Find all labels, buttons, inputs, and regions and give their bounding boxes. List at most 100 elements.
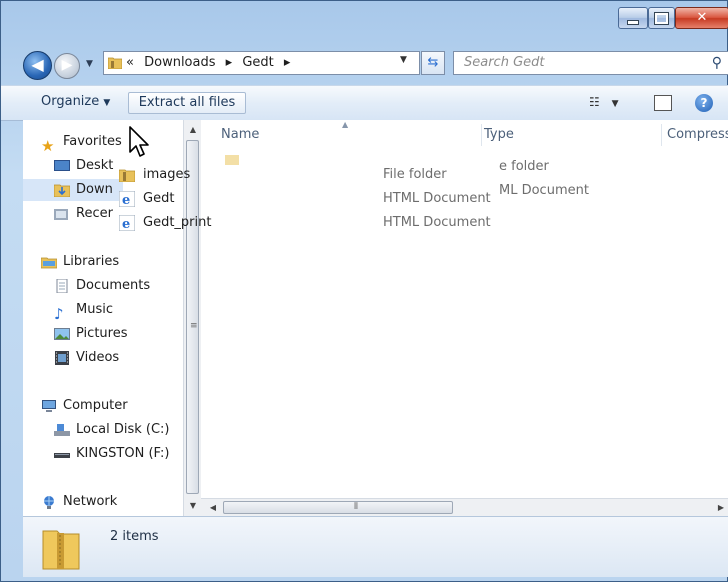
- address-history-dropdown[interactable]: ▼: [400, 55, 407, 65]
- sidebar-item-recent-places[interactable]: Recer: [54, 203, 113, 225]
- view-details-icon: ☷: [589, 95, 600, 109]
- scrollbar-thumb[interactable]: ⦀: [223, 501, 453, 514]
- svg-text:e: e: [122, 217, 130, 231]
- sidebar-item-label: Pictures: [76, 326, 128, 341]
- sidebar-item-pictures[interactable]: Pictures: [54, 323, 127, 345]
- sidebar-item-label: Recer: [76, 206, 113, 221]
- mouse-pointer-icon: [129, 126, 149, 157]
- breadcrumb-separator[interactable]: ▸: [226, 55, 233, 70]
- grip-icon: ⦀: [354, 502, 358, 512]
- svg-text:e: e: [122, 193, 130, 207]
- search-input[interactable]: Search Gedt ⚲: [453, 51, 728, 75]
- drag-preview: images File folder e Gedt HTML Document e…: [114, 164, 492, 236]
- item-type: HTML Document: [383, 215, 491, 230]
- column-divider[interactable]: [661, 124, 662, 146]
- forward-arrow-icon: ▶: [61, 57, 73, 73]
- list-item: images File folder: [119, 164, 447, 186]
- scroll-up-arrow-icon[interactable]: ▲: [184, 122, 202, 138]
- table-row-type: e folder: [499, 159, 549, 174]
- item-name: Gedt_print: [143, 215, 212, 230]
- sidebar-item-computer[interactable]: Computer: [41, 395, 128, 417]
- breadcrumb-separator[interactable]: ▸: [284, 55, 291, 70]
- zip-folder-icon: [42, 530, 80, 570]
- sidebar-item-label: Computer: [63, 398, 128, 413]
- refresh-button[interactable]: ⇆: [421, 51, 445, 75]
- sidebar-item-label: Libraries: [63, 254, 120, 269]
- list-item: e Gedt_print HTML Document: [119, 212, 491, 234]
- folder-icon: [108, 57, 122, 69]
- recent-pages-dropdown[interactable]: ▼: [86, 59, 96, 69]
- desktop-icon: [54, 159, 70, 171]
- sidebar-item-label: Favorites: [63, 134, 122, 149]
- back-arrow-icon: ◀: [31, 55, 44, 74]
- organize-label: Organize: [41, 94, 100, 109]
- computer-icon: [42, 399, 56, 412]
- breadcrumb-gedt[interactable]: Gedt: [242, 55, 273, 70]
- sidebar-item-music[interactable]: ♪ Music: [54, 299, 113, 323]
- sidebar-item-videos[interactable]: Videos: [54, 347, 119, 369]
- sidebar-item-network[interactable]: Network: [41, 491, 117, 513]
- sort-ascending-icon: ▲: [342, 120, 349, 129]
- item-count: 2 items: [110, 529, 159, 544]
- breadcrumb-downloads[interactable]: Downloads: [144, 55, 215, 70]
- close-button[interactable]: ✕: [675, 7, 728, 29]
- minimize-icon: [627, 20, 639, 25]
- breadcrumb: « Downloads ▸ Gedt ▸: [126, 55, 296, 70]
- column-header-compressed-size[interactable]: Compress: [667, 124, 728, 146]
- column-header-name[interactable]: Name: [221, 124, 259, 146]
- change-view-button[interactable]: ☷ ▼: [589, 92, 619, 114]
- item-name: Gedt: [143, 191, 175, 206]
- minimize-button[interactable]: [618, 7, 648, 29]
- sidebar-item-label: Music: [76, 302, 113, 317]
- command-bar: Organize ▼ Extract all files ☷ ▼ ?: [1, 85, 728, 121]
- videos-icon: [55, 350, 69, 365]
- forward-button[interactable]: ▶: [54, 53, 80, 79]
- maximize-button[interactable]: [648, 7, 675, 29]
- sidebar-item-desktop[interactable]: Deskt: [54, 155, 113, 177]
- breadcrumb-overflow[interactable]: «: [126, 55, 134, 70]
- details-pane: 2 items: [23, 516, 728, 577]
- chevron-down-icon: ▼: [611, 99, 619, 109]
- search-icon[interactable]: ⚲: [712, 55, 722, 71]
- scroll-left-arrow-icon[interactable]: ◀: [205, 499, 221, 517]
- back-button[interactable]: ◀: [23, 51, 52, 80]
- file-list-horizontal-scrollbar[interactable]: ◀ ⦀ ▶: [201, 498, 728, 517]
- ie-html-icon: e: [119, 190, 135, 207]
- help-icon: ?: [700, 96, 708, 110]
- maximize-icon: [654, 12, 669, 25]
- grip-icon: ≡: [190, 321, 198, 331]
- help-button[interactable]: ?: [695, 94, 713, 112]
- navigation-bar: ◀ ▶ ▼ « Downloads ▸ Gedt ▸ ▼ ⇆ Search Ge…: [1, 45, 728, 81]
- preview-pane-button[interactable]: [654, 95, 672, 111]
- chevron-down-icon: ▼: [103, 98, 111, 108]
- sidebar-item-label: Local Disk (C:): [76, 422, 170, 437]
- title-bar[interactable]: ✕: [1, 1, 728, 43]
- sidebar-item-documents[interactable]: Documents: [54, 275, 150, 297]
- sidebar-item-downloads[interactable]: Down: [23, 179, 123, 201]
- item-type: File folder: [383, 167, 447, 182]
- ie-html-icon: e: [119, 214, 135, 231]
- sidebar-item-libraries[interactable]: Libraries: [41, 251, 119, 273]
- address-bar[interactable]: « Downloads ▸ Gedt ▸ ▼: [103, 51, 420, 75]
- network-icon: [44, 495, 54, 509]
- music-note-icon: ♪: [54, 304, 64, 323]
- explorer-window: ✕ ◀ ▶ ▼ « Downloads ▸ Gedt ▸ ▼ ⇆ Search …: [0, 0, 728, 582]
- column-header-type[interactable]: Type: [484, 124, 514, 146]
- scroll-down-arrow-icon[interactable]: ▼: [184, 498, 202, 514]
- sidebar-item-kingston-f[interactable]: KINGSTON (F:): [54, 443, 169, 465]
- folder-icon: [119, 169, 135, 182]
- list-item: e Gedt HTML Document: [119, 188, 491, 210]
- sidebar-item-label: Network: [63, 494, 118, 509]
- organize-button[interactable]: Organize ▼: [41, 92, 110, 114]
- sidebar-item-label: Videos: [76, 350, 120, 365]
- sidebar-item-label: KINGSTON (F:): [76, 446, 170, 461]
- scroll-right-arrow-icon[interactable]: ▶: [713, 499, 728, 517]
- removable-drive-icon: [54, 452, 70, 458]
- extract-all-files-button[interactable]: Extract all files: [128, 92, 246, 114]
- documents-icon: [56, 278, 68, 293]
- local-disk-icon: [54, 423, 70, 436]
- sidebar-item-local-disk-c[interactable]: Local Disk (C:): [54, 419, 169, 441]
- sidebar-item-favorites[interactable]: ★ Favorites: [41, 131, 122, 155]
- libraries-icon: [41, 257, 57, 268]
- column-divider[interactable]: [481, 124, 482, 146]
